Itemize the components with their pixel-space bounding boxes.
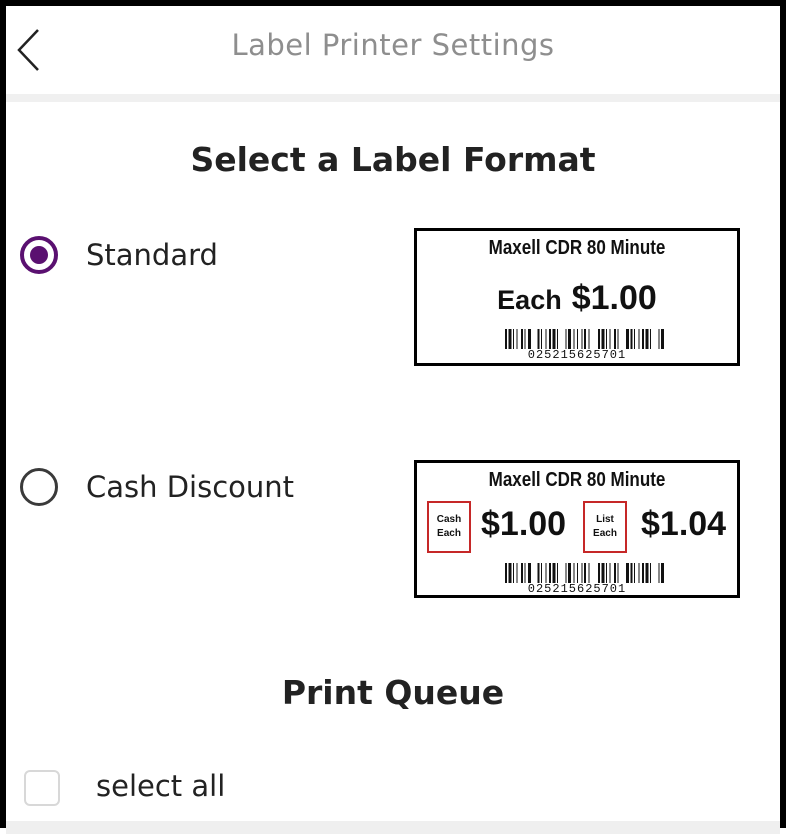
standard-label: Standard xyxy=(86,238,218,272)
select-all-checkbox[interactable] xyxy=(24,770,60,806)
cash-each-tag: Cash Each xyxy=(427,501,471,553)
list-tag-line1: List xyxy=(596,514,614,525)
header-divider xyxy=(6,94,780,102)
cash-discount-label: Cash Discount xyxy=(86,470,295,504)
cash-price: $1.00 xyxy=(481,505,567,543)
cash-discount-label-preview[interactable]: Maxell CDR 80 Minute Cash Each $1.00 Lis… xyxy=(414,460,740,598)
cash-preview-product: Maxell CDR 80 Minute xyxy=(488,469,666,491)
standard-preview-each: Each xyxy=(497,285,562,315)
label-format-heading: Select a Label Format xyxy=(190,140,596,179)
cash-tag-line1: Cash xyxy=(436,514,462,525)
select-all-label[interactable]: select all xyxy=(96,769,225,803)
option-standard[interactable]: Standard xyxy=(20,231,218,279)
standard-barcode-number: 025215625701 xyxy=(527,348,627,362)
list-each-tag: List Each xyxy=(583,501,627,553)
standard-preview-price-line: Each $1.00 xyxy=(417,279,737,318)
standard-radio[interactable] xyxy=(20,236,58,274)
standard-preview-price: $1.00 xyxy=(571,279,657,317)
standard-preview-product: Maxell CDR 80 Minute xyxy=(488,237,666,259)
list-tag-line2: Each xyxy=(593,528,617,539)
barcode-image xyxy=(505,563,664,583)
print-queue-heading: Print Queue xyxy=(281,673,505,712)
barcode-image xyxy=(505,329,664,349)
list-price: $1.04 xyxy=(641,505,727,543)
cash-barcode-number: 025215625701 xyxy=(527,582,627,596)
cash-tag-line2: Each xyxy=(437,528,461,539)
page-title: Label Printer Settings xyxy=(231,28,555,62)
cash-discount-radio[interactable] xyxy=(20,468,58,506)
standard-label-preview[interactable]: Maxell CDR 80 Minute Each $1.00 025215625… xyxy=(414,228,740,366)
option-cash-discount[interactable]: Cash Discount xyxy=(20,463,294,511)
header-bar: Label Printer Settings xyxy=(6,6,780,94)
app-frame: Label Printer Settings Select a Label Fo… xyxy=(0,0,786,834)
